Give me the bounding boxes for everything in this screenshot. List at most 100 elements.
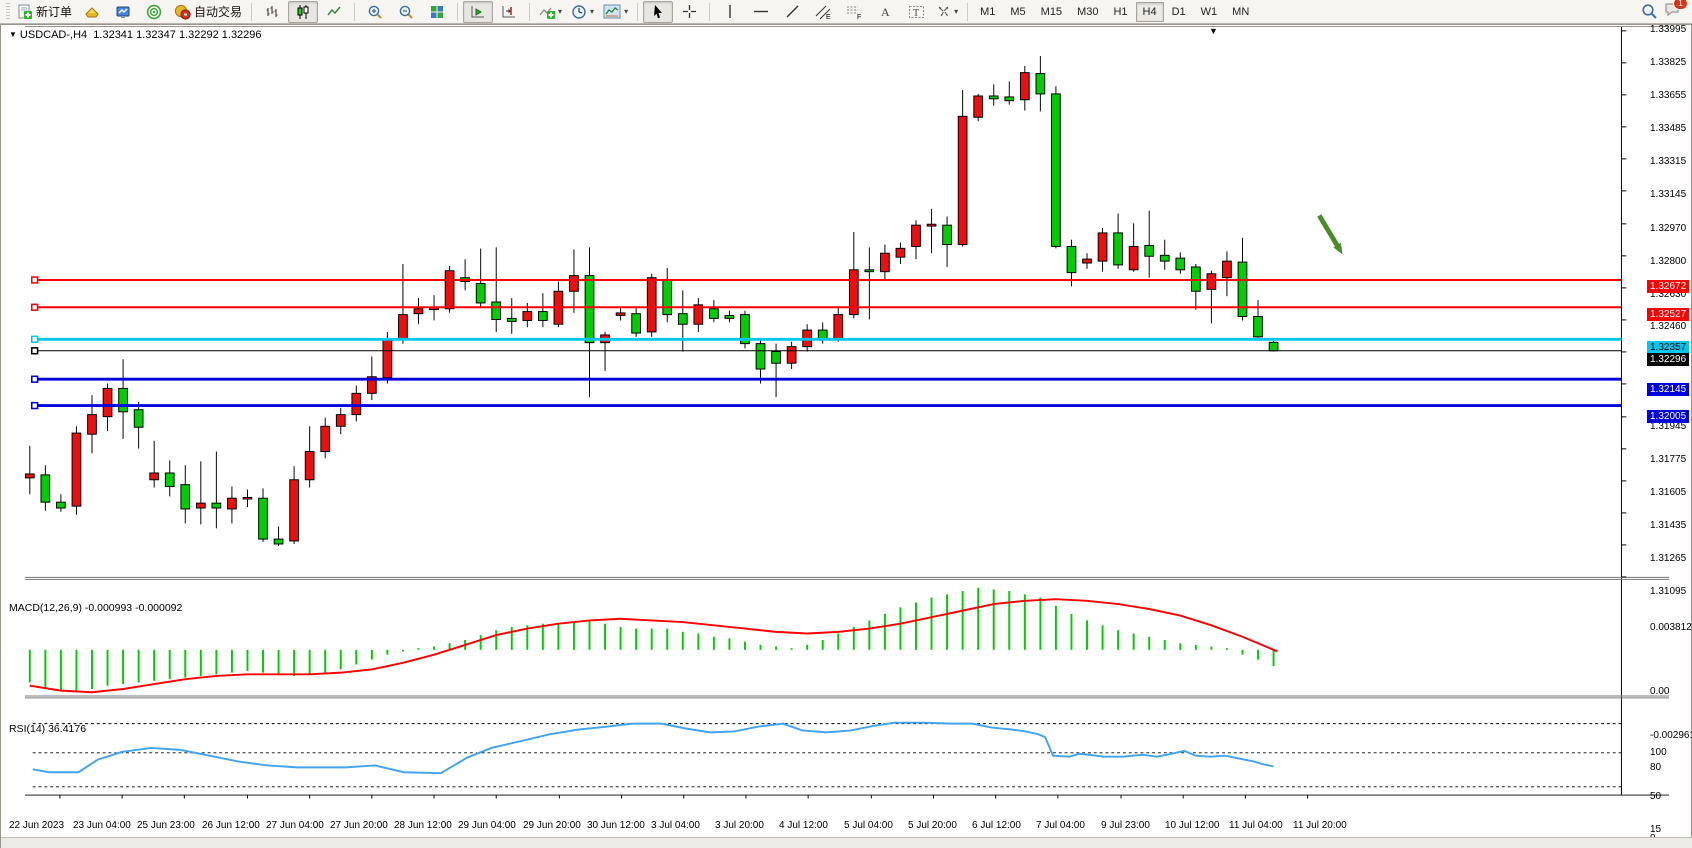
tile-windows-icon <box>429 4 445 20</box>
timeframe-button-h1[interactable]: H1 <box>1106 2 1134 22</box>
text-label-button[interactable]: T <box>901 1 931 23</box>
signals-button[interactable] <box>139 1 169 23</box>
time-tick-label: 9 Jul 23:00 <box>1101 820 1150 831</box>
toolbar-grip <box>6 3 10 21</box>
history-center-button[interactable] <box>77 1 107 23</box>
signal-icon <box>146 4 162 20</box>
equidistant-channel-button[interactable]: E <box>808 1 838 23</box>
history-icon <box>84 4 100 20</box>
timeframe-button-mn[interactable]: MN <box>1225 2 1256 22</box>
hline-anchor <box>32 277 38 283</box>
svg-text:F: F <box>857 14 861 20</box>
time-tick-label: 29 Jun 04:00 <box>458 820 516 831</box>
notification-badge: 1 <box>1673 0 1688 10</box>
horizontal-line-button[interactable] <box>746 1 776 23</box>
text-button[interactable]: A <box>870 1 900 23</box>
dropdown-caret-icon: ▾ <box>590 7 594 16</box>
new-order-icon <box>17 4 33 20</box>
time-tick-label: 3 Jul 04:00 <box>651 820 700 831</box>
zoom-in-icon <box>367 4 383 20</box>
chart-title[interactable]: ▼USDCAD-,H4 1.32341 1.32347 1.32292 1.32… <box>9 29 262 41</box>
candle-chart-button[interactable] <box>288 1 318 23</box>
timeframe-button-m5[interactable]: M5 <box>1003 2 1032 22</box>
timeframe-button-m30[interactable]: M30 <box>1070 2 1105 22</box>
quote-low: 1.32292 <box>179 29 219 41</box>
periods-button[interactable]: ▾ <box>567 1 598 23</box>
mt4-window: 新订单 <box>0 0 1692 848</box>
price-tick-label: 1.33315 <box>1650 156 1686 167</box>
vertical-line-button[interactable] <box>715 1 745 23</box>
market-watch-icon <box>115 4 131 20</box>
toolbar-separator <box>251 3 252 21</box>
periods-icon <box>571 4 587 20</box>
dropdown-caret-icon: ▾ <box>624 7 628 16</box>
zoom-out-button[interactable] <box>391 1 421 23</box>
dropdown-caret-icon: ▾ <box>558 7 562 16</box>
hline-anchor <box>32 304 38 310</box>
timeframe-button-w1[interactable]: W1 <box>1194 2 1225 22</box>
time-tick-label: 3 Jul 20:00 <box>715 820 764 831</box>
notifications[interactable]: 1 <box>1664 1 1682 23</box>
chart-shift-button[interactable] <box>494 1 524 23</box>
trendline-button[interactable] <box>777 1 807 23</box>
time-tick-label: 4 Jul 12:00 <box>779 820 828 831</box>
timeframe-button-d1[interactable]: D1 <box>1165 2 1193 22</box>
bar-chart-button[interactable] <box>257 1 287 23</box>
chart-canvas[interactable] <box>1 25 1692 848</box>
price-tick-label: 1.31605 <box>1650 487 1686 498</box>
trendline-icon <box>785 4 800 19</box>
cursor-button[interactable] <box>643 1 673 23</box>
line-chart-button[interactable] <box>319 1 349 23</box>
svg-text:E: E <box>826 14 831 20</box>
new-order-button[interactable]: 新订单 <box>13 1 76 23</box>
templates-button[interactable]: ▾ <box>599 1 632 23</box>
time-tick-label: 6 Jul 12:00 <box>972 820 1021 831</box>
fibonacci-button[interactable]: F <box>839 1 869 23</box>
price-tick-label: 1.33485 <box>1650 123 1686 134</box>
time-tick-label: 5 Jul 20:00 <box>908 820 957 831</box>
time-tick-label: 27 Jun 20:00 <box>330 820 388 831</box>
indicator-axis-label: 80 <box>1650 762 1661 773</box>
time-tick-label: 27 Jun 04:00 <box>266 820 324 831</box>
price-tick-label: 1.31435 <box>1650 520 1686 531</box>
toolbar-separator <box>637 3 638 21</box>
crosshair-button[interactable] <box>674 1 704 23</box>
vertical-line-icon <box>724 4 736 19</box>
time-tick-label: 28 Jun 12:00 <box>394 820 452 831</box>
quote-open: 1.32341 <box>93 29 133 41</box>
price-tick-label: 1.31945 <box>1650 421 1686 432</box>
auto-scroll-button[interactable] <box>463 1 493 23</box>
price-tick-label: 1.33825 <box>1650 57 1686 68</box>
time-tick-label: 11 Jul 20:00 <box>1293 820 1347 831</box>
annotation-arrow <box>1319 215 1339 249</box>
chart-collapse-icon[interactable]: ▼ <box>9 30 17 39</box>
search-icon[interactable] <box>1641 3 1658 20</box>
toolbar-separator <box>457 3 458 21</box>
horizontal-line-icon <box>753 4 769 19</box>
status-strip <box>1 837 1692 848</box>
indicator-axis-label: 0.003812 <box>1650 622 1692 633</box>
text-icon: A <box>878 4 892 19</box>
indicators-button[interactable]: ▾ <box>535 1 566 23</box>
toolbar-separator <box>354 3 355 21</box>
arrows-button[interactable]: ▾ <box>932 1 962 23</box>
market-watch-button[interactable] <box>108 1 138 23</box>
time-tick-label: 11 Jul 04:00 <box>1229 820 1283 831</box>
hline-price-tag: 1.32296 <box>1647 353 1689 366</box>
dropdown-caret-icon: ▾ <box>954 7 958 16</box>
toolbar-separator <box>709 3 710 21</box>
tile-windows-button[interactable] <box>422 1 452 23</box>
zoom-in-button[interactable] <box>360 1 390 23</box>
price-tick-label: 1.33145 <box>1650 189 1686 200</box>
crosshair-icon <box>682 4 697 19</box>
chart-shift-marker-icon[interactable]: ▼ <box>1209 26 1218 36</box>
timeframe-button-m1[interactable]: M1 <box>973 2 1002 22</box>
timeframe-button-h4[interactable]: H4 <box>1136 2 1164 22</box>
price-tick-label: 1.32970 <box>1650 223 1686 234</box>
autotrade-button[interactable]: 自动交易 <box>170 1 246 23</box>
hline-price-tag: 1.32145 <box>1647 383 1689 396</box>
quote-close: 1.32296 <box>222 29 262 41</box>
indicator-axis-label: -0.002961 <box>1650 730 1692 741</box>
timeframe-button-m15[interactable]: M15 <box>1034 2 1069 22</box>
time-tick-label: 29 Jun 20:00 <box>523 820 581 831</box>
